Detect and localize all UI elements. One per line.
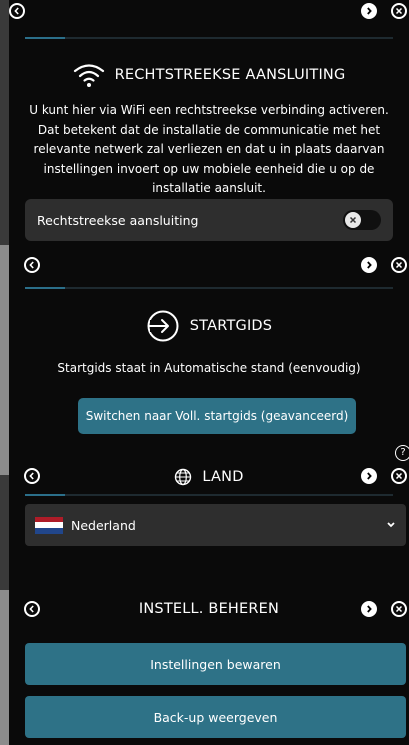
panel-header: LAND <box>9 468 409 489</box>
left-edge-strip <box>0 0 9 745</box>
land-panel: LAND Nederland <box>9 468 409 591</box>
wifi-icon <box>73 64 104 87</box>
close-icon[interactable] <box>391 3 407 19</box>
step-progress <box>25 494 393 496</box>
globe-icon <box>175 468 192 486</box>
next-icon[interactable] <box>361 468 377 484</box>
toggle-label: Rechtstreekse aansluiting <box>37 212 199 228</box>
next-icon[interactable] <box>361 601 377 617</box>
panel-header: STARTGIDS <box>9 309 409 343</box>
left-edge-highlight <box>0 590 9 745</box>
next-icon[interactable] <box>361 3 377 19</box>
back-icon[interactable] <box>24 257 40 273</box>
toggle-off-icon <box>345 212 361 228</box>
panel-header: INSTELL. BEHEREN <box>9 597 409 621</box>
panel-title: STARTGIDS <box>189 318 273 334</box>
close-icon[interactable] <box>391 257 407 273</box>
startgids-panel: STARTGIDS Startgids staat in Automatisch… <box>9 250 409 468</box>
panel-title: INSTELL. BEHEREN <box>138 601 280 617</box>
direct-connection-row[interactable]: Rechtstreekse aansluiting <box>25 199 393 241</box>
back-icon[interactable] <box>9 3 25 19</box>
left-edge-highlight <box>0 245 9 475</box>
switch-advanced-guide-button[interactable]: Switchen naar Voll. startgids (geavancee… <box>78 398 356 434</box>
direct-connection-toggle[interactable] <box>343 210 381 230</box>
chevron-down-icon <box>387 522 395 528</box>
panel-title: RECHTSTREEKSE AANSLUITING <box>114 67 346 83</box>
show-backup-button[interactable]: Back-up weergeven <box>25 696 406 738</box>
help-icon[interactable]: ? <box>395 445 409 461</box>
country-select[interactable]: Nederland <box>25 504 406 546</box>
panel-header: RECHTSTREEKSE AANSLUITING <box>9 60 409 90</box>
close-icon[interactable] <box>391 468 407 484</box>
direct-connection-panel: RECHTSTREEKSE AANSLUITING U kunt hier vi… <box>9 0 409 250</box>
panel-description: U kunt hier via WiFi een rechtstreekse v… <box>29 103 389 195</box>
next-icon[interactable] <box>361 257 377 273</box>
netherlands-flag-icon <box>35 516 63 534</box>
close-icon[interactable] <box>391 601 407 617</box>
sign-in-icon <box>147 310 179 342</box>
selected-country: Nederland <box>71 517 136 533</box>
step-progress <box>25 287 393 289</box>
manage-settings-panel: INSTELL. BEHEREN Instellingen bewaren Ba… <box>9 591 409 745</box>
startgids-status: Startgids staat in Automatische stand (e… <box>57 361 361 375</box>
step-progress <box>25 37 393 39</box>
panel-title: LAND <box>202 469 244 485</box>
save-settings-button[interactable]: Instellingen bewaren <box>25 643 406 685</box>
